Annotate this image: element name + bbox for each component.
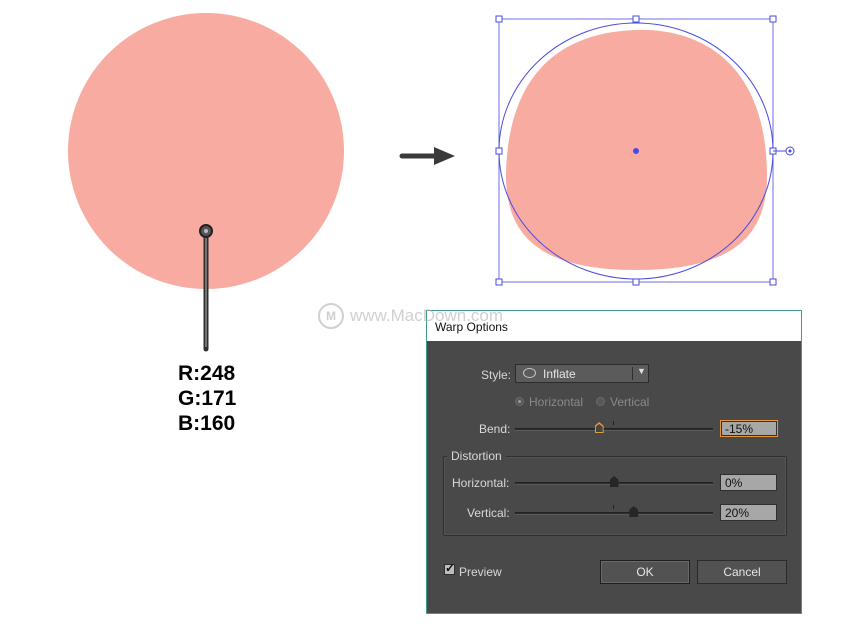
select-divider: [632, 367, 633, 380]
style-select-value: Inflate: [543, 367, 576, 381]
ok-button[interactable]: OK: [600, 560, 690, 584]
blue-value: B:160: [178, 412, 236, 435]
bend-slider-thumb[interactable]: [594, 422, 604, 433]
bend-value-field[interactable]: -15%: [720, 420, 778, 437]
watermark: M www.MacDown.com: [318, 303, 503, 329]
watermark-logo: M: [318, 303, 344, 329]
horizontal-distortion-value-field[interactable]: 0%: [720, 474, 777, 491]
vertical-distortion-center-tick: [613, 505, 614, 509]
inflate-style-icon: [523, 368, 536, 378]
distortion-group-title: Distortion: [447, 449, 506, 463]
dropdown-arrow-icon: ▼: [637, 366, 646, 376]
warp-options-dialog: Warp Options Style: Inflate ▼ Horizontal…: [426, 310, 802, 614]
vertical-distortion-value-field[interactable]: 20%: [720, 504, 777, 521]
red-value: R:248: [178, 362, 236, 385]
checkmark-icon: ✓: [445, 561, 456, 575]
distortion-group: [443, 456, 787, 536]
center-point: [633, 148, 639, 154]
bend-label: Bend:: [479, 422, 511, 436]
rgb-color-label: R:248 G:171 B:160: [178, 361, 236, 436]
preview-label: Preview: [459, 565, 502, 579]
watermark-text: www.MacDown.com: [350, 306, 504, 325]
horizontal-distortion-label: Horizontal:: [452, 476, 510, 490]
cancel-button[interactable]: Cancel: [697, 560, 787, 584]
bend-slider-track[interactable]: [515, 428, 713, 431]
vertical-radio[interactable]: [596, 397, 605, 406]
bend-slider-center-tick: [613, 421, 614, 425]
green-value: G:171: [178, 387, 237, 410]
vertical-distortion-label: Vertical:: [467, 506, 510, 520]
horizontal-radio-label: Horizontal: [529, 395, 584, 409]
vertical-distortion-slider-track[interactable]: [515, 512, 713, 515]
vertical-radio-label: Vertical: [610, 395, 650, 409]
horizontal-radio[interactable]: [515, 397, 524, 406]
arrow-right-icon: [399, 147, 455, 165]
style-select[interactable]: Inflate ▼: [515, 364, 649, 383]
style-label: Style:: [481, 368, 512, 382]
preview-checkbox[interactable]: ✓: [444, 561, 456, 575]
